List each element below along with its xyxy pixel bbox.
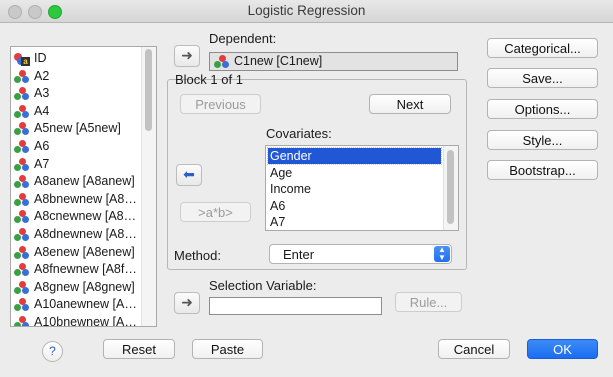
style-button[interactable]: Style...: [487, 130, 598, 150]
covariates-list[interactable]: A7 A6 Income Age Gender: [265, 145, 459, 231]
paste-button[interactable]: Paste: [192, 339, 263, 359]
variable-label: A8enew [A8enew]: [34, 244, 135, 259]
variable-list-item[interactable]: A8anew [A8anew]: [13, 173, 141, 190]
variable-list-item[interactable]: A10anewnew [A…: [13, 296, 141, 313]
move-to-selection-variable-button[interactable]: ➜: [174, 292, 200, 314]
covariate-item[interactable]: A7: [268, 214, 441, 230]
nominal-variable-icon: [14, 245, 31, 260]
ok-button[interactable]: OK: [527, 339, 598, 359]
variable-list-item[interactable]: a ID: [13, 50, 141, 67]
variable-label: A4: [34, 103, 50, 118]
method-label: Method:: [174, 248, 221, 263]
help-button[interactable]: ?: [42, 341, 63, 362]
nominal-variable-icon: [14, 69, 31, 84]
variable-list-item[interactable]: A5new [A5new]: [13, 120, 141, 137]
logistic-regression-dialog: Logistic Regression A10bnewnew [A… A10ane…: [0, 0, 613, 377]
selection-variable-label: Selection Variable:: [209, 278, 317, 293]
nominal-variable-icon: [14, 228, 31, 242]
rule-button[interactable]: Rule...: [395, 292, 462, 312]
variable-list-item[interactable]: A3: [13, 85, 141, 102]
method-select[interactable]: Enter ▲ ▼: [269, 244, 452, 264]
id-nominal-icon: a: [14, 52, 31, 66]
variable-list-item[interactable]: A6: [13, 138, 141, 155]
variable-label: A7: [34, 156, 50, 171]
variable-list-item[interactable]: A8gnew [A8gnew]: [13, 279, 141, 296]
covariates-label: Covariates:: [266, 126, 332, 141]
variable-list-item[interactable]: A4: [13, 103, 141, 120]
dependent-label: Dependent:: [209, 31, 277, 46]
dependent-value: C1new [C1new]: [234, 54, 323, 68]
nominal-variable-icon: [14, 87, 31, 101]
variable-list-item[interactable]: A2: [13, 68, 141, 85]
source-variable-list[interactable]: A10bnewnew [A… A10anewnew [A… A8gnew [A8gn…: [10, 46, 157, 327]
variable-label: A10anewnew [A…: [34, 297, 137, 312]
options-button[interactable]: Options...: [487, 99, 598, 119]
nominal-variable-icon: [14, 157, 31, 172]
categorical-button[interactable]: Categorical...: [487, 38, 598, 58]
title-bar: Logistic Regression: [0, 0, 613, 23]
nominal-variable-icon: [14, 280, 31, 295]
variable-label: A8gnew [A8gnew]: [34, 279, 135, 294]
variable-label: A6: [34, 139, 50, 153]
block-label: Block 1 of 1: [175, 72, 243, 87]
nominal-variable-icon: [14, 263, 31, 277]
method-value: Enter: [283, 247, 315, 262]
variable-list-item[interactable]: A8fnewnew [A8f…: [13, 261, 141, 278]
covariate-item[interactable]: A6: [268, 198, 441, 214]
nominal-variable-icon: [14, 122, 31, 136]
selection-variable-field[interactable]: [209, 297, 382, 315]
variable-list-scroll-thumb[interactable]: [145, 49, 152, 131]
reset-button[interactable]: Reset: [103, 339, 175, 359]
variable-label: A8fnewnew [A8f…: [34, 262, 137, 277]
nominal-variable-icon: [14, 104, 31, 119]
move-to-covariates-button[interactable]: ⬅: [176, 164, 202, 186]
variable-label: A8cnewnew [A8…: [34, 209, 137, 224]
variable-list-scrollbar[interactable]: [141, 47, 156, 326]
cancel-button[interactable]: Cancel: [438, 339, 510, 359]
variable-list-item[interactable]: A7: [13, 156, 141, 173]
covariate-item[interactable]: Income: [268, 181, 441, 197]
dependent-field[interactable]: C1new [C1new]: [209, 52, 458, 71]
covariate-item[interactable]: Age: [268, 165, 441, 181]
variable-list-item[interactable]: A8dnewnew [A8…: [13, 226, 141, 243]
bootstrap-button[interactable]: Bootstrap...: [487, 160, 598, 180]
nominal-variable-icon: [14, 210, 31, 224]
right-arrow-icon: ➜: [181, 47, 193, 63]
save-button[interactable]: Save...: [487, 68, 598, 88]
variable-label: A5new [A5new]: [34, 121, 121, 136]
variable-list-item[interactable]: A10bnewnew [A…: [13, 314, 141, 327]
variable-label: A10bnewnew [A…: [34, 315, 137, 327]
variable-label: A8anew [A8anew]: [34, 174, 135, 189]
previous-block-button[interactable]: Previous: [180, 94, 261, 114]
window-title: Logistic Regression: [247, 3, 366, 18]
variable-label: A8bnewnew [A8…: [34, 191, 137, 206]
covariates-scrollbar[interactable]: [443, 146, 458, 230]
variable-list-item[interactable]: A8bnewnew [A8…: [13, 191, 141, 208]
up-down-chevron-icon: ▲ ▼: [434, 246, 450, 262]
next-block-button[interactable]: Next: [369, 94, 451, 114]
nominal-variable-icon: [214, 55, 231, 69]
variable-list-item[interactable]: A8enew [A8enew]: [13, 244, 141, 261]
nominal-variable-icon: [14, 140, 31, 154]
interaction-button[interactable]: >a*b>: [180, 202, 251, 222]
nominal-variable-icon: [14, 175, 31, 189]
variable-label: A8dnewnew [A8…: [34, 227, 137, 241]
left-arrow-icon: ⬅: [183, 166, 195, 182]
nominal-variable-icon: [14, 316, 31, 326]
covariates-scroll-thumb[interactable]: [447, 150, 454, 224]
right-arrow-icon: ➜: [181, 294, 193, 310]
variable-label: A2: [34, 68, 50, 83]
variable-list-item[interactable]: A8cnewnew [A8…: [13, 208, 141, 225]
variable-label: ID: [34, 51, 47, 65]
move-to-dependent-button[interactable]: ➜: [174, 45, 200, 67]
variable-label: A3: [34, 86, 50, 101]
covariate-item[interactable]: Gender: [267, 147, 442, 165]
nominal-variable-icon: [14, 192, 31, 207]
nominal-variable-icon: [14, 298, 31, 312]
